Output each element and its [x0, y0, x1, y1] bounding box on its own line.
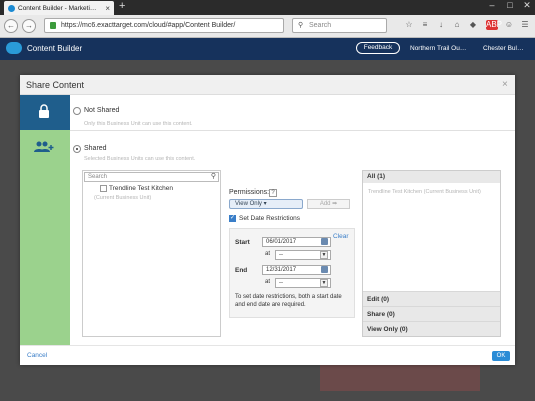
- minimize-icon[interactable]: –: [484, 0, 500, 14]
- favicon-icon: [8, 4, 15, 12]
- browser-tab[interactable]: Content Builder - Marketi… ×: [4, 1, 114, 15]
- shared-description: Selected Business Units can use this con…: [84, 156, 196, 162]
- search-icon: ⚲: [298, 22, 304, 29]
- business-unit-search-input[interactable]: Search ⚲: [84, 172, 219, 182]
- date-restrictions-label: Set Date Restrictions: [239, 215, 301, 222]
- feedback-button[interactable]: Feedback: [356, 42, 400, 54]
- start-label: Start: [235, 239, 250, 246]
- adblock-icon[interactable]: ABP: [486, 20, 502, 30]
- close-window-icon[interactable]: ✕: [519, 0, 535, 14]
- modal-header: [20, 75, 515, 95]
- forward-icon[interactable]: →: [22, 19, 36, 33]
- pocket-icon[interactable]: ◆: [468, 20, 478, 30]
- modal-footer: [20, 345, 515, 365]
- not-shared-radio[interactable]: [73, 107, 81, 115]
- smiley-icon[interactable]: ☺: [504, 20, 514, 30]
- user-menu[interactable]: Chester Bul…: [483, 45, 523, 52]
- maximize-icon[interactable]: □: [502, 0, 518, 14]
- add-button[interactable]: Add ➡: [307, 199, 350, 209]
- not-shared-label: Not Shared: [84, 107, 120, 114]
- not-shared-description: Only this Business Unit can use this con…: [84, 121, 193, 127]
- chevron-down-icon[interactable]: ▼: [320, 279, 328, 287]
- home-icon[interactable]: ⌂: [452, 20, 462, 30]
- search-icon: ⚲: [210, 173, 216, 180]
- calendar-icon[interactable]: [321, 238, 328, 245]
- view-only-group[interactable]: View Only (0): [363, 321, 500, 336]
- all-header[interactable]: All (1): [363, 171, 500, 183]
- back-icon[interactable]: ←: [4, 19, 18, 33]
- shared-side-panel: [20, 130, 70, 345]
- end-label: End: [235, 267, 248, 274]
- end-date-value: 12/31/2017: [266, 267, 297, 273]
- permission-select[interactable]: View Only ▾: [229, 199, 303, 209]
- cancel-button[interactable]: Cancel: [27, 352, 47, 359]
- url-text: https://mc6.exacttarget.com/cloud/#app/C…: [61, 22, 236, 29]
- reading-list-icon[interactable]: ≡: [420, 20, 430, 30]
- calendar-icon[interactable]: [321, 266, 328, 273]
- star-icon[interactable]: ☆: [404, 20, 414, 30]
- end-at-label: at: [265, 279, 271, 285]
- start-date-value: 06/01/2017: [266, 239, 297, 245]
- download-icon[interactable]: ↓: [436, 20, 446, 30]
- business-unit-selector[interactable]: Northern Trail Ou…: [410, 45, 466, 52]
- edit-label: Edit (0): [367, 296, 390, 303]
- close-tab-icon[interactable]: ×: [105, 4, 110, 13]
- unit-name: Trendline Test Kitchen: [109, 185, 173, 192]
- salesforce-logo: [6, 42, 22, 54]
- tab-title: Content Builder - Marketi…: [18, 4, 97, 12]
- unit-checkbox[interactable]: [100, 185, 107, 192]
- lock-icon: [39, 104, 49, 118]
- view-only-label: View Only (0): [367, 326, 408, 333]
- unit-sub: (Current Business Unit): [94, 195, 152, 201]
- divider: [70, 130, 515, 131]
- shared-unit-item: Trendline Test Kitchen (Current Business…: [368, 189, 481, 195]
- end-time-value: --: [279, 280, 283, 286]
- modal-title: Share Content: [26, 80, 85, 90]
- clear-link[interactable]: Clear: [333, 233, 349, 240]
- secure-lock-icon: [50, 22, 56, 29]
- edit-group[interactable]: Edit (0): [363, 291, 500, 306]
- browser-search-input[interactable]: ⚲ Search: [292, 18, 387, 33]
- modal-close-icon[interactable]: ×: [502, 79, 508, 90]
- new-tab-button[interactable]: +: [119, 0, 125, 12]
- ok-button[interactable]: OK: [492, 351, 510, 361]
- shared-radio[interactable]: [73, 145, 81, 153]
- app-name: Content Builder: [27, 44, 83, 53]
- browser-search-placeholder: Search: [309, 22, 332, 29]
- shared-label: Shared: [84, 145, 107, 152]
- people-add-icon: [34, 141, 54, 152]
- all-label: All (1): [367, 173, 386, 180]
- help-icon[interactable]: ?: [269, 189, 277, 197]
- permissions-label: Permissions:: [229, 189, 270, 196]
- chevron-down-icon[interactable]: ▼: [320, 251, 328, 259]
- start-at-label: at: [265, 251, 271, 257]
- date-restrictions-checkbox[interactable]: [229, 214, 236, 222]
- business-unit-search-placeholder: Search: [88, 174, 108, 180]
- menu-icon[interactable]: ☰: [520, 20, 530, 30]
- share-group[interactable]: Share (0): [363, 306, 500, 321]
- background-image: [320, 365, 480, 391]
- date-note: To set date restrictions, both a start d…: [235, 294, 342, 308]
- share-label: Share (0): [367, 311, 395, 318]
- start-time-value: --: [279, 252, 283, 258]
- address-bar[interactable]: https://mc6.exacttarget.com/cloud/#app/C…: [44, 18, 284, 33]
